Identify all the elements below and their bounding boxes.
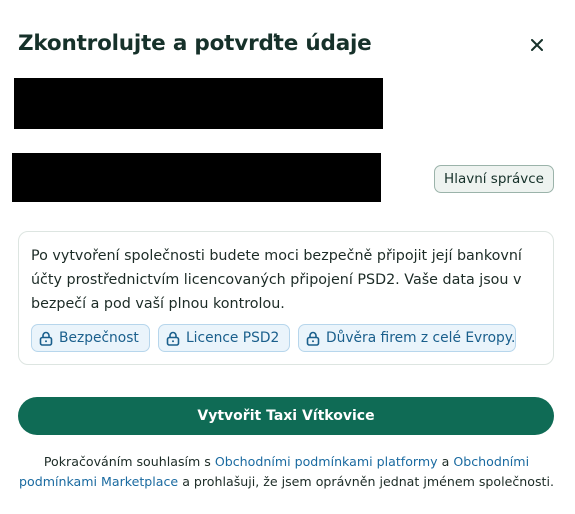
redacted-company-name xyxy=(14,78,383,129)
chip-label: Licence PSD2 xyxy=(186,330,280,346)
chip-label: Důvěra firem z celé Evropy. xyxy=(326,330,516,346)
platform-terms-link[interactable]: Obchodními podmínkami platformy xyxy=(215,454,438,469)
chip-security: Bezpečnost xyxy=(31,324,150,352)
info-text: Po vytvoření společnosti budete moci bez… xyxy=(31,248,522,312)
info-card: Po vytvoření společnosti budete moci bez… xyxy=(18,231,554,365)
close-button[interactable] xyxy=(526,34,548,56)
lock-icon xyxy=(306,331,320,346)
role-badge: Hlavní správce xyxy=(434,165,554,193)
lock-icon xyxy=(166,331,180,346)
chip-psd2: Licence PSD2 xyxy=(158,324,290,352)
dialog-title: Zkontrolujte a potvrďte údaje xyxy=(18,31,372,56)
create-company-button[interactable]: Vytvořit Taxi Vítkovice xyxy=(18,397,554,435)
legal-text-2: a xyxy=(437,454,454,469)
close-icon xyxy=(531,39,543,51)
chip-trust: Důvěra firem z celé Evropy. xyxy=(298,324,516,352)
legal-text-1: Pokračováním souhlasím s xyxy=(43,454,215,469)
legal-text-3: a prohlašuji, že jsem oprávněn jednat jm… xyxy=(178,474,554,489)
legal-consent-text: Pokračováním souhlasím s Obchodními podm… xyxy=(14,452,559,492)
chip-label: Bezpečnost xyxy=(59,330,139,346)
redacted-person-name xyxy=(12,153,381,202)
lock-icon xyxy=(39,331,53,346)
